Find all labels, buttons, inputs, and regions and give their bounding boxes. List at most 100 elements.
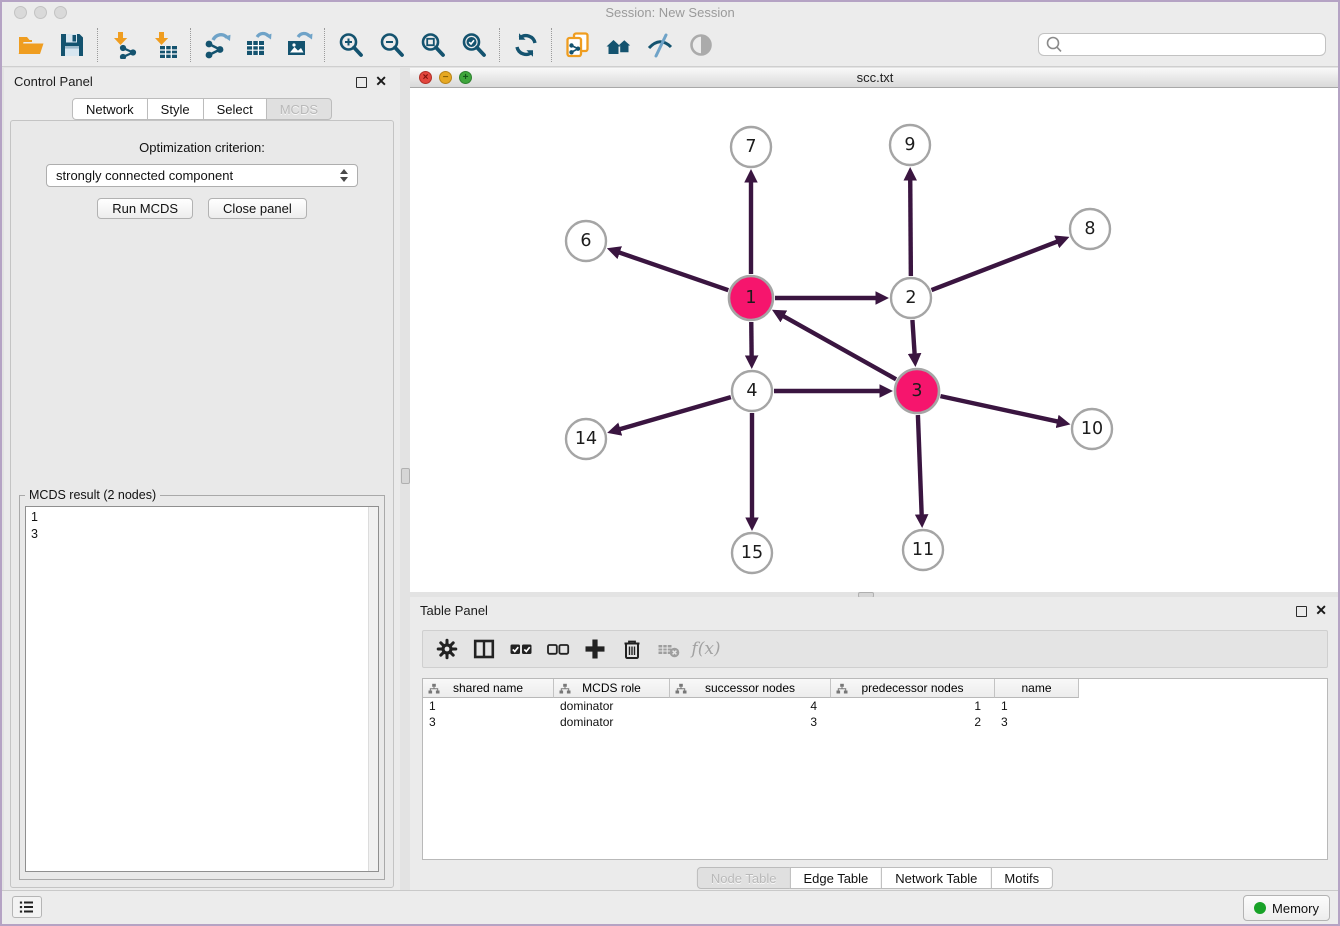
optimization-criterion-value: strongly connected component [56, 168, 233, 183]
home-button[interactable] [598, 26, 639, 64]
select-all-checkboxes-button[interactable] [507, 634, 535, 664]
table-cell: 3 [670, 715, 831, 729]
edge-3-1[interactable] [783, 316, 896, 379]
refresh-icon [512, 31, 540, 59]
mcds-result-box[interactable]: 1 3 [25, 506, 379, 872]
node-table-body: 1dominator4113dominator323 [423, 698, 1327, 730]
toolbar-separator [551, 28, 552, 62]
close-panel-button[interactable]: Close panel [208, 198, 307, 219]
edge-3-10[interactable] [940, 396, 1057, 421]
toolbar-separator [190, 28, 191, 62]
open-session-button[interactable] [10, 26, 51, 64]
column-header-shared-name[interactable]: shared name [423, 679, 554, 698]
tab-network-table[interactable]: Network Table [881, 867, 991, 889]
zoom-fit-button[interactable] [412, 26, 453, 64]
tab-node-table[interactable]: Node Table [697, 867, 791, 889]
zoom-out-button[interactable] [371, 26, 412, 64]
node-label-7: 7 [745, 137, 756, 157]
table-row[interactable]: 3dominator323 [423, 714, 1327, 730]
network-canvas[interactable]: 7968124314101511 [410, 88, 1340, 592]
edge-4-14[interactable] [620, 397, 731, 429]
select-all-checkboxes-icon [509, 637, 533, 661]
memory-button[interactable]: Memory [1243, 895, 1330, 921]
import-network-button[interactable] [103, 26, 144, 64]
zoom-selected-button[interactable] [453, 26, 494, 64]
edge-2-8[interactable] [932, 242, 1058, 290]
table-row[interactable]: 1dominator411 [423, 698, 1327, 714]
network-graph[interactable]: 7968124314101511 [410, 88, 1340, 591]
column-header-predecessor-nodes[interactable]: predecessor nodes [831, 679, 995, 698]
mcds-result-group: MCDS result (2 nodes) 1 3 [19, 495, 385, 880]
memory-label: Memory [1272, 901, 1319, 916]
export-table-button[interactable] [237, 26, 278, 64]
table-settings-button[interactable] [433, 634, 461, 664]
hide-panel-button[interactable] [639, 26, 680, 64]
table-type-tabs: Node TableEdge TableNetwork TableMotifs [697, 867, 1053, 889]
open-session-icon [17, 31, 45, 59]
column-header-name[interactable]: name [995, 679, 1079, 698]
zoom-in-icon [337, 31, 365, 59]
tab-style[interactable]: Style [147, 98, 204, 120]
node-label-6: 6 [580, 231, 591, 251]
window-titlebar: Session: New Session [2, 2, 1338, 24]
tab-select[interactable]: Select [203, 98, 267, 120]
tab-edge-table[interactable]: Edge Table [789, 867, 882, 889]
float-panel-icon[interactable] [356, 77, 367, 88]
export-image-button[interactable] [278, 26, 319, 64]
vertical-splitter-handle[interactable] [401, 468, 410, 484]
edge-3-11[interactable] [918, 415, 922, 515]
table-cell: 2 [831, 715, 995, 729]
delete-column-icon [620, 637, 644, 661]
save-session-button[interactable] [51, 26, 92, 64]
tab-network[interactable]: Network [72, 98, 148, 120]
tab-mcds[interactable]: MCDS [266, 98, 332, 120]
node-label-3: 3 [911, 381, 922, 401]
edge-1-6[interactable] [619, 252, 728, 290]
node-table[interactable]: shared nameMCDS rolesuccessor nodesprede… [422, 678, 1328, 860]
tab-motifs[interactable]: Motifs [990, 867, 1053, 889]
search-box[interactable] [1038, 33, 1326, 56]
control-panel-tabs: NetworkStyleSelectMCDS [72, 98, 332, 120]
status-bar: Memory [2, 890, 1338, 924]
result-scrollbar[interactable] [368, 507, 378, 871]
table-cell: dominator [554, 699, 670, 713]
node-label-1: 1 [745, 288, 756, 308]
close-table-panel-icon[interactable]: ✕ [1315, 604, 1327, 617]
window-title: Session: New Session [2, 5, 1338, 20]
node-table-header: shared nameMCDS rolesuccessor nodesprede… [423, 679, 1327, 698]
add-column-button[interactable] [581, 634, 609, 664]
node-label-2: 2 [905, 288, 916, 308]
hide-panel-icon [646, 31, 674, 59]
show-columns-button[interactable] [470, 634, 498, 664]
run-mcds-button[interactable]: Run MCDS [97, 198, 193, 219]
export-network-button[interactable] [196, 26, 237, 64]
optimization-criterion-select[interactable]: strongly connected component [46, 164, 358, 187]
deselect-all-checkboxes-button[interactable] [544, 634, 572, 664]
task-history-button[interactable] [12, 896, 42, 918]
zoom-out-icon [378, 31, 406, 59]
column-header-successor-nodes[interactable]: successor nodes [670, 679, 831, 698]
edge-2-9[interactable] [910, 180, 911, 276]
node-label-9: 9 [904, 135, 915, 155]
optimization-criterion-label: Optimization criterion: [11, 140, 393, 155]
column-header-MCDS-role[interactable]: MCDS role [554, 679, 670, 698]
refresh-button[interactable] [505, 26, 546, 64]
table-cell: 3 [423, 715, 554, 729]
import-table-button[interactable] [144, 26, 185, 64]
float-table-panel-icon[interactable] [1296, 606, 1307, 617]
delete-column-button[interactable] [618, 634, 646, 664]
list-icon [18, 898, 36, 916]
header-filler [1079, 679, 1327, 698]
network-window-titlebar: × − + scc.txt [410, 68, 1340, 88]
main-toolbar [2, 23, 1338, 67]
zoom-in-button[interactable] [330, 26, 371, 64]
search-input[interactable] [1064, 35, 1325, 55]
close-panel-icon[interactable]: ✕ [375, 75, 387, 88]
zoom-selected-icon [460, 31, 488, 59]
show-columns-icon [472, 637, 496, 661]
clone-network-button[interactable] [557, 26, 598, 64]
mcds-tab-content: Optimization criterion: strongly connect… [10, 120, 394, 888]
edge-2-3[interactable] [912, 320, 914, 354]
delete-table-icon [657, 637, 681, 661]
table-cell: 4 [670, 699, 831, 713]
